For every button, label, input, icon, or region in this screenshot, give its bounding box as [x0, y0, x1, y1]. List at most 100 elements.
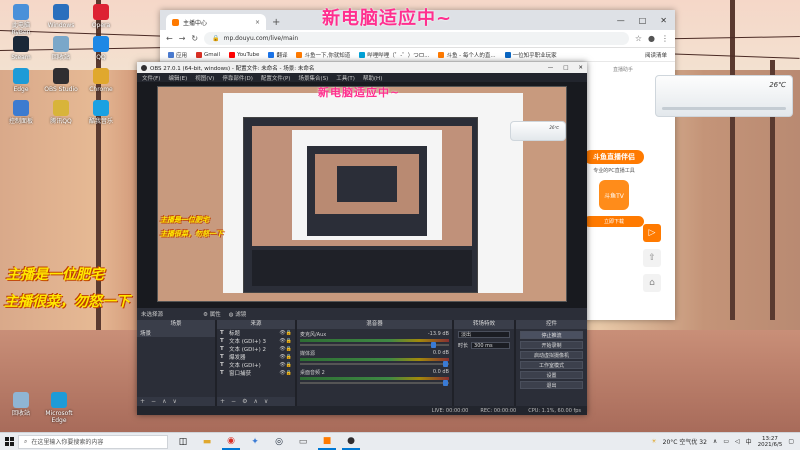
obs-window[interactable]: OBS 27.0.1 (64-bit, windows) - 配置文件: 未命名…: [137, 62, 587, 415]
desktop-icon[interactable]: 腾讯QQ: [44, 100, 78, 125]
maximize-icon[interactable]: □: [563, 65, 568, 71]
visibility-icon[interactable]: 👁🔒: [279, 338, 292, 344]
up-icon[interactable]: ∧: [162, 398, 166, 405]
bookmark-item[interactable]: 斗鱼 - 每个人的直...: [438, 51, 496, 59]
source-item[interactable]: T 文本 (GDI+) 2 👁🔒: [217, 345, 295, 353]
transition-select[interactable]: 淡出: [454, 329, 514, 340]
visibility-icon[interactable]: 👁🔒: [279, 362, 292, 368]
volume-slider[interactable]: [300, 342, 449, 348]
visibility-icon[interactable]: 👁🔒: [279, 370, 292, 376]
bookmark-item[interactable]: Gmail: [196, 51, 220, 58]
desktop-icon[interactable]: QQ: [84, 36, 118, 61]
obs-menu-item[interactable]: 工具(T): [336, 74, 355, 82]
desktop-icon[interactable]: Steam: [4, 36, 38, 61]
source-item[interactable]: T 窗口捕获 👁🔒: [217, 369, 295, 377]
desktop-icon[interactable]: 回收站: [44, 36, 78, 61]
tray-arrow-icon[interactable]: ∧: [713, 438, 717, 445]
obs-control-button[interactable]: 设置: [520, 371, 583, 379]
taskbar-search-input[interactable]: ⌕ 在这里输入你要搜索的内容: [18, 434, 168, 449]
url-input[interactable]: 🔒 mp.douyu.com/live/main: [204, 32, 629, 45]
obs-menu-item[interactable]: 视图(V): [195, 74, 214, 82]
desktop-icon[interactable]: 此电脑 RyBen: [4, 4, 38, 36]
source-item[interactable]: T 文本 (GDI+) 👁🔒: [217, 361, 295, 369]
obs-control-button[interactable]: 停止推流: [520, 331, 583, 339]
desktop-icon[interactable]: Chrome: [84, 68, 118, 93]
source-item[interactable]: T 标题 👁🔒: [217, 329, 295, 337]
desktop-icon[interactable]: Edge: [4, 68, 38, 93]
obs-control-button[interactable]: 启动虚拟摄像机: [520, 351, 583, 359]
desktop-icon[interactable]: 酷我音乐: [84, 100, 118, 125]
source-item[interactable]: T 文本 (GDI+) 3 👁🔒: [217, 337, 295, 345]
volume-slider[interactable]: [300, 361, 449, 367]
close-icon[interactable]: ✕: [578, 65, 583, 71]
download-button[interactable]: 立即下载: [584, 216, 644, 227]
visibility-icon[interactable]: 👁🔒: [279, 346, 292, 352]
scene-item[interactable]: 场景: [137, 329, 215, 337]
obs-taskbar-icon[interactable]: ●: [342, 434, 360, 450]
weather-text[interactable]: 20°C 空气优 32: [663, 437, 707, 446]
desktop-icon[interactable]: Windows: [44, 4, 78, 29]
volume-slider-handle[interactable]: [443, 380, 449, 386]
forward-icon[interactable]: →: [179, 34, 186, 43]
reload-icon[interactable]: ↻: [191, 34, 198, 43]
bookmark-item[interactable]: 应用: [168, 51, 187, 59]
bookmark-item[interactable]: 一位知乎职业玩家: [504, 51, 557, 59]
duration-field[interactable]: 时长 300 ms: [454, 340, 514, 351]
filters-button[interactable]: ◍ 滤镜: [229, 310, 247, 318]
maximize-icon[interactable]: □: [639, 16, 647, 25]
down-icon[interactable]: ∨: [264, 398, 268, 405]
clock[interactable]: 13:27 2021/6/5: [758, 436, 783, 448]
task-view-icon[interactable]: ◫: [174, 434, 192, 450]
visibility-icon[interactable]: 👁🔒: [279, 330, 292, 336]
file-explorer-icon[interactable]: ▬: [198, 434, 216, 450]
ime-indicator[interactable]: 中: [746, 437, 752, 446]
add-icon[interactable]: +: [220, 398, 225, 405]
minimize-icon[interactable]: —: [617, 16, 625, 25]
obs-menu-item[interactable]: 编辑(E): [168, 74, 187, 82]
obs-menu-item[interactable]: 场景集合(S): [298, 74, 328, 82]
properties-button[interactable]: ⚙ 属性: [203, 310, 221, 318]
douyu-app-icon[interactable]: ■: [318, 434, 336, 450]
bookmark-item[interactable]: 斗鱼一下,你就知道: [296, 51, 350, 59]
bookmark-item[interactable]: 翻译: [268, 51, 287, 59]
reading-list-button[interactable]: 阅读清单: [645, 51, 667, 59]
volume-slider-handle[interactable]: [443, 361, 449, 367]
obs-control-button[interactable]: 开始录制: [520, 341, 583, 349]
bookmark-item[interactable]: 哔哩哔哩（゜-゜）つロ...: [359, 51, 429, 59]
app-monitor-icon[interactable]: ▭: [294, 434, 312, 450]
share-icon[interactable]: ⇧: [643, 249, 661, 267]
bookmark-item[interactable]: YouTube: [229, 51, 259, 58]
desktop-icon[interactable]: Opera: [84, 4, 118, 29]
source-item[interactable]: T 爆发器 👁🔒: [217, 353, 295, 361]
down-icon[interactable]: ∨: [172, 398, 176, 405]
notification-icon[interactable]: ▢: [788, 438, 794, 445]
steam-icon[interactable]: ◎: [270, 434, 288, 450]
volume-icon[interactable]: ◁: [735, 438, 740, 445]
start-button[interactable]: [0, 433, 18, 451]
obs-menu-item[interactable]: 文件(F): [142, 74, 160, 82]
desktop-icon[interactable]: OBS Studio: [44, 68, 78, 93]
menu-icon[interactable]: ⋮: [661, 34, 669, 43]
back-icon[interactable]: ←: [166, 34, 173, 43]
minimize-icon[interactable]: —: [548, 65, 554, 71]
volume-slider-handle[interactable]: [431, 342, 437, 348]
visibility-icon[interactable]: 👁🔒: [279, 354, 292, 360]
obs-menu-item[interactable]: 帮助(H): [363, 74, 382, 82]
desktop-icon[interactable]: 控制面板: [4, 100, 38, 125]
home-icon[interactable]: ⌂: [643, 274, 661, 292]
obs-control-button[interactable]: 退出: [520, 381, 583, 389]
close-tab-icon[interactable]: ×: [255, 19, 260, 26]
remove-icon[interactable]: −: [151, 398, 156, 405]
obs-menu-item[interactable]: 停靠部件(D): [222, 74, 253, 82]
profile-icon[interactable]: ●: [648, 34, 655, 43]
star-icon[interactable]: ☆: [635, 34, 642, 43]
gear-icon[interactable]: ⚙: [242, 398, 247, 405]
app-star-icon[interactable]: ✦: [246, 434, 264, 450]
obs-menu-item[interactable]: 配置文件(P): [261, 74, 291, 82]
obs-preview[interactable]: 新电脑适应中~ 主播是一位肥宅 主播很菜，勿怒一下 26℃: [137, 82, 587, 308]
new-tab-icon[interactable]: +: [272, 17, 280, 28]
close-icon[interactable]: ✕: [660, 16, 667, 25]
remove-icon[interactable]: −: [231, 398, 236, 405]
desktop-icon[interactable]: 回收站: [4, 392, 38, 417]
volume-slider[interactable]: [300, 380, 449, 386]
